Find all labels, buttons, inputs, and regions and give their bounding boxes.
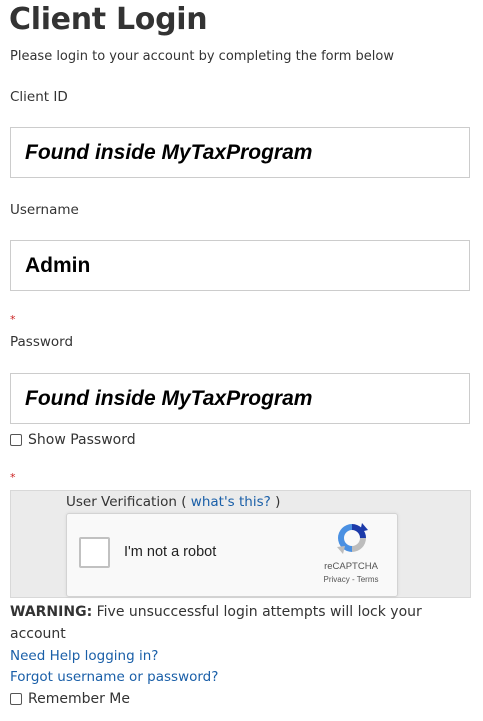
username-value: Admin [25, 253, 91, 277]
user-verification-label: User Verification ( what's this? ) [66, 494, 280, 510]
username-field[interactable]: Admin [10, 240, 470, 291]
password-value: Found inside MyTaxProgram [25, 386, 313, 410]
client-id-field[interactable]: Found inside MyTaxProgram [10, 127, 470, 178]
password-field[interactable]: Found inside MyTaxProgram [10, 373, 470, 424]
whats-this-link[interactable]: what's this? [191, 494, 271, 510]
remember-me-label: Remember Me [28, 691, 130, 707]
verification-required-marker: * [10, 471, 16, 484]
client-id-label: Client ID [10, 89, 68, 105]
password-required-marker: * [10, 313, 16, 326]
show-password-row[interactable]: Show Password [10, 432, 136, 448]
need-help-link[interactable]: Need Help logging in? [10, 648, 158, 664]
recaptcha-checkbox[interactable] [79, 537, 110, 568]
user-verification-text-end: ) [275, 494, 281, 510]
show-password-label: Show Password [28, 432, 136, 448]
page-subtitle: Please login to your account by completi… [10, 49, 394, 64]
user-verification-text: User Verification ( [66, 494, 187, 510]
client-id-value: Found inside MyTaxProgram [25, 140, 313, 164]
recaptcha-widget: I'm not a robot reCAPTCHA Privacy - Term… [66, 513, 398, 597]
remember-me-checkbox[interactable] [10, 693, 22, 705]
recaptcha-logo-icon [335, 521, 369, 559]
forgot-credentials-link[interactable]: Forgot username or password? [10, 669, 218, 685]
user-verification-panel: User Verification ( what's this? ) I'm n… [10, 490, 471, 598]
recaptcha-terms-link[interactable]: Privacy - Terms [315, 575, 387, 584]
username-label: Username [10, 202, 79, 218]
show-password-checkbox[interactable] [10, 434, 22, 446]
remember-me-row[interactable]: Remember Me [10, 691, 130, 707]
recaptcha-brand: reCAPTCHA [324, 561, 378, 572]
page-title: Client Login [9, 2, 208, 37]
warning-prefix: WARNING: [10, 604, 93, 620]
password-label: Password [10, 334, 74, 350]
lockout-warning: WARNING: Five unsuccessful login attempt… [10, 601, 465, 645]
recaptcha-label: I'm not a robot [124, 544, 217, 560]
